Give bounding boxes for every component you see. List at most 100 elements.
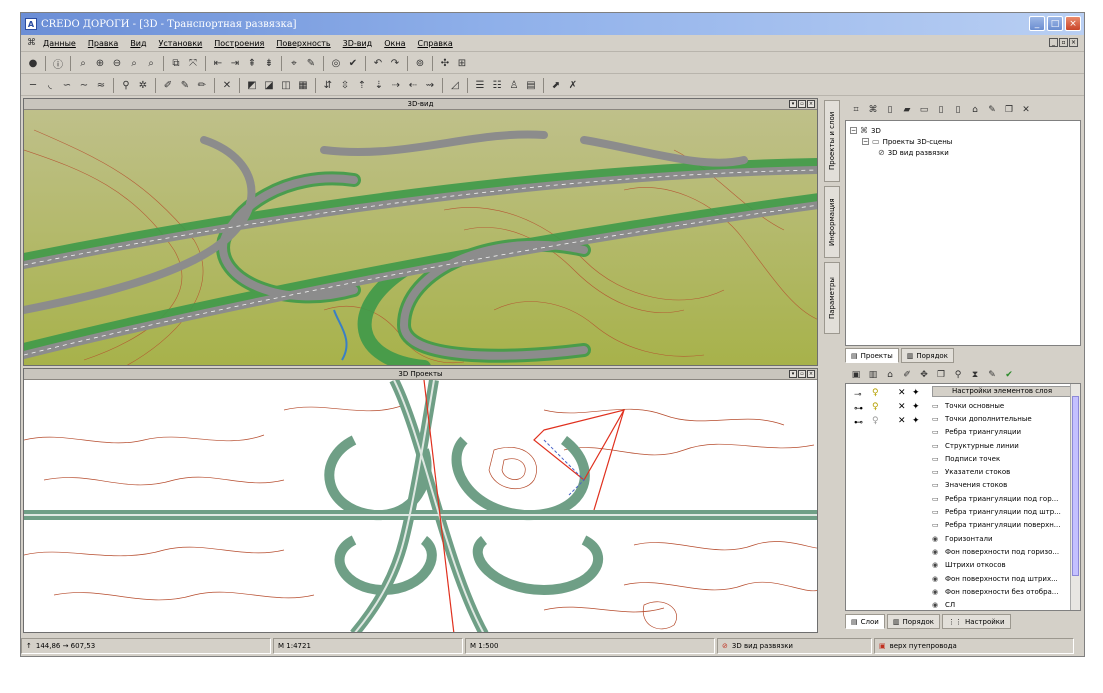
tab-order[interactable]: ▥ Порядок <box>900 348 954 363</box>
spline-icon[interactable]: ≈ <box>93 77 109 93</box>
scrollbar-thumb[interactable] <box>1072 396 1079 576</box>
panel-maximize-icon[interactable]: ▫ <box>798 100 806 108</box>
layer-new-icon[interactable]: ▣ <box>849 368 863 382</box>
curve-icon[interactable]: ∽ <box>59 77 75 93</box>
hatch-icon[interactable]: ▤ <box>523 77 539 93</box>
view-3d-canvas[interactable] <box>24 110 817 365</box>
zoom-prev-icon[interactable]: ⌕ <box>126 55 142 71</box>
plan-maximize-icon[interactable]: ▫ <box>798 370 806 378</box>
doc4-icon[interactable]: ▯ <box>951 103 965 117</box>
triangulate-icon[interactable]: ◩ <box>244 77 260 93</box>
point-icon[interactable]: ⚲ <box>118 77 134 93</box>
measure-icon[interactable]: ✎ <box>303 55 319 71</box>
open-folder-icon[interactable]: ▰ <box>900 103 914 117</box>
copy-icon[interactable]: ❐ <box>1002 103 1016 117</box>
tab-projects[interactable]: ▤ Проекты <box>845 348 899 363</box>
panel-close-icon[interactable]: × <box>807 100 815 108</box>
zoom-window-icon[interactable]: ⌕ <box>75 55 91 71</box>
point2-icon[interactable]: ✲ <box>135 77 151 93</box>
plan-view-canvas[interactable] <box>24 377 817 632</box>
layer-item[interactable]: ◉ СЛ <box>932 598 1072 611</box>
maximize-icon[interactable]: □ <box>1047 16 1063 31</box>
layer-item[interactable]: ◉ Фон поверхности под горизо... <box>932 545 1072 558</box>
menu-edit[interactable]: Правка <box>88 39 118 48</box>
layer-filter-icon[interactable]: ⧗ <box>968 368 982 382</box>
layer2-icon[interactable]: ☷ <box>489 77 505 93</box>
flow7-icon[interactable]: ⇝ <box>422 77 438 93</box>
move-down-icon[interactable]: ⇟ <box>261 55 277 71</box>
tree-row[interactable]: ⊘ 3D вид развязки <box>850 147 1076 158</box>
layer-move-icon[interactable]: ✥ <box>917 368 931 382</box>
tree-icon[interactable]: ⌗ <box>849 103 863 117</box>
layer-pen-icon[interactable]: ✎ <box>985 368 999 382</box>
document-icon[interactable]: ⌘ <box>27 38 37 48</box>
flow6-icon[interactable]: ⇠ <box>405 77 421 93</box>
layer-edit-icon[interactable]: ✐ <box>900 368 914 382</box>
zoom-in-icon[interactable]: ⊕ <box>92 55 108 71</box>
layer-item[interactable]: ▭ Указатели стоков <box>932 465 1072 478</box>
table-icon[interactable]: ▦ <box>295 77 311 93</box>
redo-icon[interactable]: ↷ <box>387 55 403 71</box>
menu-surface[interactable]: Поверхность <box>276 39 330 48</box>
curve2-icon[interactable]: ∼ <box>76 77 92 93</box>
triangulate2-icon[interactable]: ◪ <box>261 77 277 93</box>
pan-icon[interactable]: ⧉ <box>168 55 184 71</box>
add-project-icon[interactable]: ⌘ <box>866 103 880 117</box>
snap-icon[interactable]: ✣ <box>437 55 453 71</box>
layer-item[interactable]: ▭ Ребра триангуляции под гор... <box>932 492 1072 505</box>
layer-check-icon[interactable]: ✔ <box>1002 368 1016 382</box>
layer-item[interactable]: ▭ Ребра триангуляции под штр... <box>932 505 1072 518</box>
menu-windows[interactable]: Окна <box>384 39 405 48</box>
doc2-icon[interactable]: ▭ <box>917 103 931 117</box>
cancel-icon[interactable]: ✗ <box>565 77 581 93</box>
layer-icon2[interactable]: ▥ <box>866 368 880 382</box>
arc-icon[interactable]: ◟ <box>42 77 58 93</box>
line-icon[interactable]: ─ <box>25 77 41 93</box>
menu-view[interactable]: Вид <box>130 39 146 48</box>
fit-icon[interactable]: ⤧ <box>185 55 201 71</box>
layer-scrollbar[interactable] <box>1070 384 1080 610</box>
collapse-icon[interactable]: − <box>862 138 869 145</box>
tab-parameters[interactable]: Параметры <box>824 262 840 334</box>
menu-3d-view[interactable]: 3D-вид <box>343 39 373 48</box>
pen3-icon[interactable]: ✏ <box>194 77 210 93</box>
undo-icon[interactable]: ↶ <box>370 55 386 71</box>
tree-row[interactable]: − ⌘ 3D <box>850 125 1076 136</box>
save-icon[interactable]: ● <box>25 55 41 71</box>
layer-item[interactable]: ▭ Точки основные <box>932 399 1072 412</box>
layer-link-icon[interactable]: ⚲ <box>951 368 965 382</box>
layer-item[interactable]: ▭ Значения стоков <box>932 479 1072 492</box>
flow2-icon[interactable]: ⇳ <box>337 77 353 93</box>
menu-data[interactable]: Данные <box>43 39 76 48</box>
grid-icon[interactable]: ⊞ <box>454 55 470 71</box>
pen2-icon[interactable]: ✎ <box>177 77 193 93</box>
layer-item[interactable]: ◉ Фон поверхности без отобра... <box>932 585 1072 598</box>
plan-close-icon[interactable]: × <box>807 370 815 378</box>
layer-item[interactable]: ▭ Ребра триангуляции <box>932 426 1072 439</box>
flow3-icon[interactable]: ⇡ <box>354 77 370 93</box>
layer-item[interactable]: ◉ Штрихи откосов <box>932 559 1072 572</box>
pen-icon[interactable]: ✐ <box>160 77 176 93</box>
properties-icon[interactable]: ⌂ <box>968 103 982 117</box>
tab-layers[interactable]: ▤ Слои <box>845 614 885 629</box>
tree-row[interactable]: − ▭ Проекты 3D-сцены <box>850 136 1076 147</box>
zoom-out-icon[interactable]: ⊖ <box>109 55 125 71</box>
tab-settings[interactable]: ⋮⋮ Настройки <box>942 614 1011 629</box>
menu-constructions[interactable]: Построения <box>214 39 264 48</box>
info-icon[interactable]: ⓘ <box>50 55 66 71</box>
delete-icon[interactable]: ✕ <box>219 77 235 93</box>
close-icon[interactable]: × <box>1065 16 1081 31</box>
tab-order-layers[interactable]: ▥ Порядок <box>886 614 941 629</box>
layer-item[interactable]: ◉ Фон поверхности под штрих... <box>932 572 1072 585</box>
mdi-close-icon[interactable]: × <box>1069 38 1078 47</box>
plan-minimize-icon[interactable]: ▾ <box>789 370 797 378</box>
layer-copy-icon[interactable]: ❐ <box>934 368 948 382</box>
person-icon[interactable]: ♙ <box>506 77 522 93</box>
zoom-all-icon[interactable]: ⌕ <box>143 55 159 71</box>
collapse-icon[interactable]: − <box>850 127 857 134</box>
layer-item[interactable]: ▭ Подписи точек <box>932 452 1072 465</box>
move-up-icon[interactable]: ⇞ <box>244 55 260 71</box>
layer-item[interactable]: ▭ Структурные линии <box>932 439 1072 452</box>
triangulate3-icon[interactable]: ◫ <box>278 77 294 93</box>
visibility-icon[interactable]: ◎ <box>328 55 344 71</box>
